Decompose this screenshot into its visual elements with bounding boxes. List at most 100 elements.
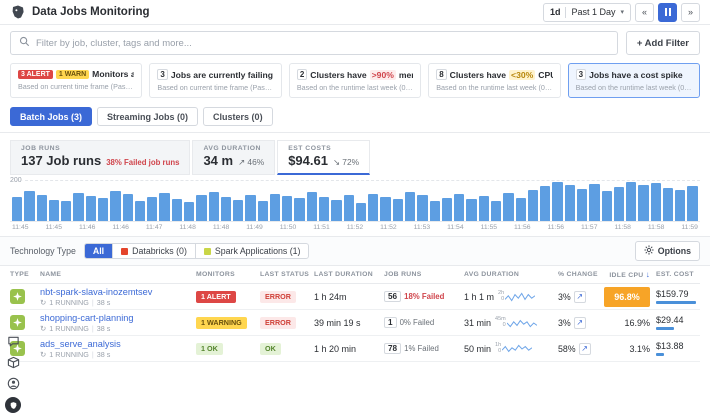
chart-bar[interactable] — [73, 193, 83, 221]
chart-bar[interactable] — [12, 197, 22, 221]
chart-bar[interactable] — [356, 203, 366, 221]
chart-bar[interactable] — [319, 197, 329, 221]
chart-bar[interactable] — [24, 191, 34, 221]
metric-job-runs[interactable]: JOB RUNS 137 Job runs 38% Failed job run… — [10, 140, 190, 175]
col-name[interactable]: NAME — [40, 271, 196, 278]
filter-spark-applications[interactable]: Spark Applications (1) — [195, 244, 309, 258]
chart-bar[interactable] — [307, 192, 317, 221]
chart-bar[interactable] — [405, 192, 415, 221]
chart-bar[interactable] — [430, 201, 440, 221]
col-idle-cpu[interactable]: IDLE CPU ↓ — [604, 270, 656, 279]
chart-bar[interactable] — [233, 200, 243, 221]
col-change[interactable]: % CHANGE — [558, 271, 604, 278]
card-memory-usage[interactable]: 2 Clusters have >90% memory usage Based … — [289, 63, 421, 98]
chart-bar[interactable] — [61, 201, 71, 221]
chart-bar[interactable] — [454, 194, 464, 221]
chart-bar[interactable] — [221, 197, 231, 221]
chart-bar[interactable] — [37, 195, 47, 221]
table-row[interactable]: shopping-cart-planning ↻ 1 RUNNING | 38 … — [10, 310, 700, 336]
table-row[interactable]: ads_serve_analysis ↻ 1 RUNNING | 38 s 1 … — [10, 336, 700, 362]
chart-bar[interactable] — [184, 202, 194, 221]
chart-bar[interactable] — [466, 199, 476, 221]
chart-bar[interactable] — [442, 198, 452, 221]
chart-bar[interactable] — [602, 191, 612, 221]
time-range-selector[interactable]: 1d Past 1 Day ▾ — [543, 3, 631, 22]
chart-bar[interactable] — [380, 197, 390, 221]
monitor-badge[interactable]: 1 WARNING — [196, 317, 247, 329]
chart-bar[interactable] — [110, 191, 120, 221]
table-row[interactable]: nbt-spark-slava-inozemtsev ↻ 1 RUNNING |… — [10, 284, 700, 310]
add-filter-button[interactable]: + Add Filter — [626, 31, 700, 55]
chart-bar[interactable] — [86, 196, 96, 221]
chart-bar[interactable] — [196, 195, 206, 221]
chart-bar[interactable] — [552, 182, 562, 221]
search-box[interactable] — [10, 31, 618, 55]
chart-bar[interactable] — [577, 189, 587, 221]
chart-bar[interactable] — [331, 200, 341, 221]
skip-forward-button[interactable]: » — [681, 3, 700, 22]
chart-bar[interactable] — [135, 201, 145, 222]
chart-bar[interactable] — [638, 185, 648, 221]
job-name-link[interactable]: shopping-cart-planning — [40, 313, 190, 323]
search-input[interactable] — [36, 38, 609, 49]
chart-bar[interactable] — [417, 195, 427, 221]
tab-batch-jobs[interactable]: Batch Jobs (3) — [10, 107, 92, 126]
filter-all[interactable]: All — [85, 244, 112, 258]
chart-bar[interactable] — [528, 190, 538, 221]
user-avatar[interactable] — [5, 397, 21, 413]
job-name-link[interactable]: ads_serve_analysis — [40, 339, 190, 349]
chat-bubble-icon[interactable] — [6, 334, 20, 348]
chart-bar[interactable] — [393, 199, 403, 221]
filter-databricks[interactable]: Databricks (0) — [112, 244, 195, 258]
card-jobs-failing[interactable]: 3 Jobs are currently failing Based on cu… — [149, 63, 281, 98]
chart-bar[interactable] — [258, 201, 268, 221]
col-est-cost[interactable]: EST. COST — [656, 271, 700, 278]
chart-bar[interactable] — [651, 183, 661, 221]
chart-bar[interactable] — [626, 182, 636, 221]
chart-bar[interactable] — [503, 193, 513, 221]
tab-streaming-jobs[interactable]: Streaming Jobs (0) — [97, 107, 198, 126]
chart-bar[interactable] — [159, 193, 169, 221]
chart-bar[interactable] — [270, 194, 280, 221]
chart-bar[interactable] — [516, 198, 526, 221]
pause-button[interactable] — [658, 3, 677, 22]
package-icon[interactable] — [6, 355, 20, 369]
chart-bar[interactable] — [123, 194, 133, 221]
monitor-badge[interactable]: 1 OK — [196, 343, 223, 355]
chart-bar[interactable] — [49, 200, 59, 221]
skip-back-button[interactable]: « — [635, 3, 654, 22]
chart-bar[interactable] — [491, 201, 501, 221]
chart-bar[interactable] — [614, 187, 624, 221]
chart-bar[interactable] — [663, 188, 673, 221]
chart-bar[interactable] — [282, 196, 292, 221]
card-cpu-utilization[interactable]: 8 Clusters have <30% CPU utilization Bas… — [428, 63, 560, 98]
job-name-link[interactable]: nbt-spark-slava-inozemtsev — [40, 287, 190, 297]
chart-bar[interactable] — [294, 198, 304, 221]
monitor-badge[interactable]: 1 ALERT — [196, 291, 236, 303]
col-avg-duration[interactable]: AVG DURATION — [464, 271, 558, 278]
chart-bar[interactable] — [589, 184, 599, 221]
chart-bar[interactable] — [245, 195, 255, 221]
col-monitors[interactable]: MONITORS — [196, 271, 260, 278]
metric-est-costs[interactable]: EST COSTS $94.61 ↘ 72% — [277, 140, 370, 175]
chart-bar[interactable] — [479, 196, 489, 221]
card-monitors-alerting[interactable]: 3 ALERT 1 WARN Monitors alerting Based o… — [10, 63, 142, 98]
card-cost-spike[interactable]: 3 Jobs have a cost spike Based on the ru… — [568, 63, 700, 98]
tab-clusters[interactable]: Clusters (0) — [203, 107, 273, 126]
chart-bar[interactable] — [98, 198, 108, 221]
chart-bar[interactable] — [209, 192, 219, 221]
chart-bar[interactable] — [540, 186, 550, 221]
col-job-runs[interactable]: JOB RUNS — [384, 271, 464, 278]
col-last-status[interactable]: LAST STATUS — [260, 271, 314, 278]
col-last-duration[interactable]: LAST DURATION — [314, 271, 384, 278]
user-circle-icon[interactable] — [6, 376, 20, 390]
metric-avg-duration[interactable]: AVG DURATION 34 m ↗ 46% — [192, 140, 275, 175]
col-type[interactable]: TYPE — [10, 271, 40, 278]
chart-bar[interactable] — [675, 190, 685, 221]
chart-bar[interactable] — [344, 195, 354, 221]
chart-bar[interactable] — [147, 197, 157, 221]
chart-bar[interactable] — [368, 194, 378, 221]
chart-bar[interactable] — [172, 199, 182, 221]
chart-bar[interactable] — [565, 185, 575, 221]
chart-bar[interactable] — [687, 186, 697, 221]
